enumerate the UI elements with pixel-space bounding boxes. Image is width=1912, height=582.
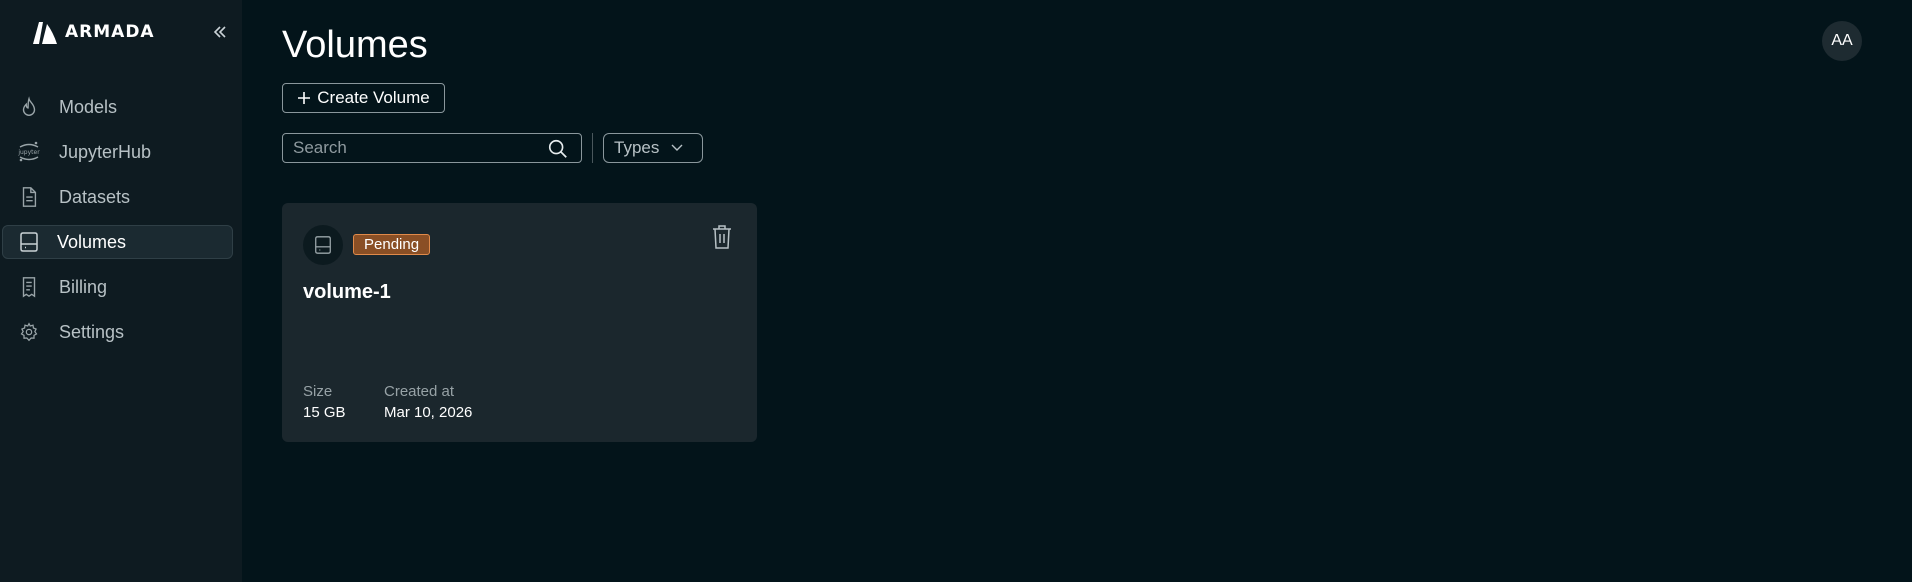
sidebar-item-jupyterhub[interactable]: jupyter JupyterHub — [2, 135, 233, 169]
size-value: 15 GB — [303, 404, 346, 421]
avatar[interactable]: AA — [1822, 21, 1862, 61]
status-badge: Pending — [353, 234, 431, 255]
avatar-initials: AA — [1831, 32, 1853, 49]
hard-drive-icon — [303, 225, 343, 265]
plus-icon — [298, 92, 311, 104]
sidebar-item-label: Settings — [59, 321, 125, 342]
created-label: Created at — [384, 383, 455, 400]
gear-icon — [17, 320, 41, 344]
sidebar-item-label: JupyterHub — [59, 141, 152, 162]
create-volume-button[interactable]: Create Volume — [282, 83, 445, 113]
double-chevron-left-icon — [213, 26, 226, 38]
sidebar-item-label: Datasets — [59, 186, 131, 207]
collapse-sidebar-button[interactable] — [210, 20, 230, 44]
page-title: Volumes — [282, 24, 428, 66]
volume-card[interactable]: Pending volume-1 Size 15 GB Created at M… — [282, 203, 757, 442]
sidebar-item-settings[interactable]: Settings — [2, 315, 233, 349]
delete-volume-button[interactable] — [711, 224, 735, 252]
armada-logo-icon — [33, 22, 57, 44]
sidebar-item-datasets[interactable]: Datasets — [2, 180, 233, 214]
trash-icon — [713, 225, 731, 249]
sidebar-nav: Models jupyter JupyterHub Datasets Volum… — [2, 90, 233, 360]
volume-name: volume-1 — [303, 281, 391, 303]
sidebar-item-billing[interactable]: Billing — [2, 270, 233, 304]
sidebar-item-label: Models — [59, 96, 118, 117]
volume-size: Size 15 GB — [303, 383, 346, 421]
sidebar-item-models[interactable]: Models — [2, 90, 233, 124]
search-box — [282, 133, 582, 163]
create-volume-label: Create Volume — [317, 88, 430, 107]
sidebar-item-label: Billing — [59, 276, 108, 297]
volume-created: Created at Mar 10, 2026 — [384, 383, 472, 421]
created-value: Mar 10, 2026 — [384, 404, 473, 421]
types-filter-label: Types — [614, 138, 660, 157]
receipt-icon — [17, 275, 41, 299]
toolbar-divider — [592, 133, 593, 163]
chevron-down-icon — [671, 144, 683, 151]
search-input[interactable] — [293, 138, 533, 158]
sidebar-item-label: Volumes — [57, 231, 127, 252]
sidebar: ARMADA Models jupyter JupyterHub Dataset… — [0, 0, 242, 582]
jupyter-icon: jupyter — [17, 140, 41, 164]
brand-logo[interactable]: ARMADA — [31, 20, 155, 44]
types-filter-dropdown[interactable]: Types — [603, 133, 703, 163]
document-icon — [17, 185, 41, 209]
svg-text:jupyter: jupyter — [17, 149, 40, 156]
brand-name: ARMADA — [65, 22, 155, 42]
search-icon[interactable] — [547, 138, 569, 165]
sidebar-item-volumes[interactable]: Volumes — [2, 225, 233, 259]
flame-icon — [17, 95, 41, 119]
hard-drive-icon — [17, 230, 41, 254]
size-label: Size — [303, 383, 333, 400]
